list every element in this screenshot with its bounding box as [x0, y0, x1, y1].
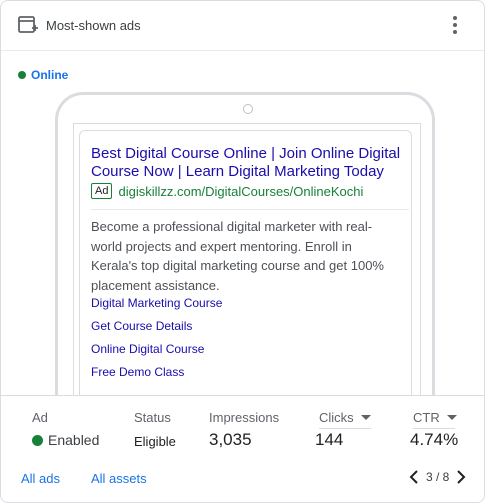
status-value: Eligible — [134, 434, 176, 449]
sitelink[interactable]: Get Course Details — [91, 319, 192, 333]
dropdown-arrow-icon — [360, 415, 371, 420]
ad-url-row: Ad digiskillzz.com/DigitalCourses/Online… — [91, 183, 363, 199]
ad-headline[interactable]: Best Digital Course Online | Join Online… — [91, 145, 411, 181]
col-header-ad: Ad — [32, 410, 48, 425]
divider — [91, 209, 409, 210]
col-header-impressions: Impressions — [209, 410, 280, 425]
ad-enabled-status: Enabled — [32, 432, 99, 448]
ctr-value: 4.74% — [410, 430, 459, 449]
sitelink[interactable]: Online Digital Course — [91, 342, 204, 356]
ctr-header-label: CTR — [413, 410, 440, 425]
col-header-status: Status — [134, 410, 171, 425]
all-ads-link[interactable]: All ads — [21, 471, 60, 486]
clicks-value: 144 — [315, 430, 344, 449]
sitelink[interactable]: Digital Marketing Course — [91, 296, 222, 310]
pagination: 3 / 8 — [407, 469, 468, 485]
impressions-value: 3,035 — [209, 430, 252, 449]
enabled-label: Enabled — [48, 432, 100, 448]
chevron-right-icon[interactable] — [454, 469, 468, 485]
clicks-header-label: Clicks — [319, 410, 354, 425]
dropdown-arrow-icon — [446, 415, 457, 420]
card-title: Most-shown ads — [46, 18, 141, 33]
ad-badge: Ad — [91, 183, 113, 199]
more-vert-icon[interactable] — [447, 14, 463, 36]
chevron-left-icon[interactable] — [407, 469, 421, 485]
sitelink[interactable]: Free Demo Class — [91, 365, 184, 379]
col-header-ctr[interactable]: CTR — [413, 410, 457, 429]
card-header: Most-shown ads — [1, 1, 484, 51]
ad-card-icon — [18, 16, 38, 33]
ad-status: Online — [18, 68, 68, 82]
status-dot-icon — [18, 71, 26, 79]
most-shown-ads-card: Most-shown ads Online Best Digital Cours… — [0, 0, 485, 503]
pagination-label: 3 / 8 — [426, 470, 450, 484]
camera-icon — [243, 104, 253, 114]
ad-description: Become a professional digital marketer w… — [91, 219, 384, 293]
col-header-clicks[interactable]: Clicks — [319, 410, 371, 429]
ad-display-url: digiskillzz.com/DigitalCourses/OnlineKoc… — [118, 183, 364, 199]
ad-status-label: Online — [31, 68, 69, 82]
enabled-dot-icon — [32, 434, 43, 446]
all-assets-link[interactable]: All assets — [91, 471, 147, 486]
